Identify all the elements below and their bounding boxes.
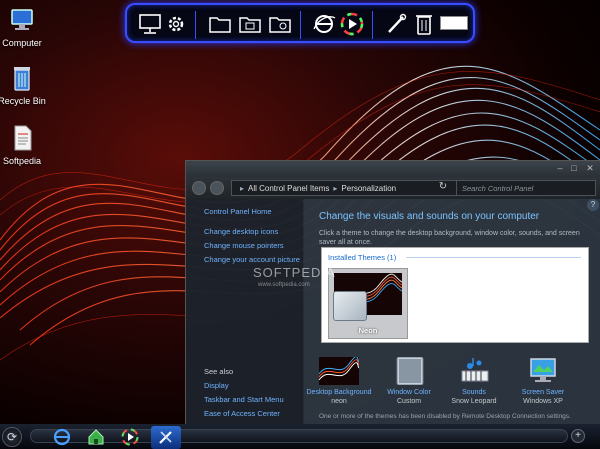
document-icon <box>8 124 36 152</box>
watermark: SOFTPEDIA <box>253 265 336 280</box>
media-player-icon[interactable] <box>339 11 365 37</box>
sounds-icon <box>454 357 494 385</box>
home-icon[interactable] <box>86 427 106 447</box>
theme-tile-neon[interactable]: Neon <box>328 268 408 339</box>
remote-desktop-notice: One or more of the themes has been disab… <box>319 413 571 420</box>
change-mouse-pointers-link[interactable]: Change mouse pointers <box>204 241 284 250</box>
help-icon[interactable]: ? <box>587 199 599 211</box>
desktop-background-value: neon <box>331 398 347 405</box>
internet-explorer-icon[interactable] <box>52 427 72 447</box>
folder-image-icon[interactable] <box>267 11 293 37</box>
divider <box>406 257 581 258</box>
address-bar: ▸ All Control Panel Items ▸ Personalization… <box>186 177 600 199</box>
tools-icon[interactable] <box>383 11 409 37</box>
monitor-icon[interactable] <box>137 11 163 37</box>
desktop-icon-recycle-bin[interactable]: Recycle Bin <box>0 64 50 106</box>
back-button[interactable] <box>192 181 206 195</box>
display-link[interactable]: Display <box>204 381 229 390</box>
screen-saver-icon <box>523 357 563 385</box>
minimize-icon[interactable]: – <box>554 163 566 173</box>
folder-grid-icon[interactable] <box>237 11 263 37</box>
change-desktop-icons-link[interactable]: Change desktop icons <box>204 227 278 236</box>
top-dock <box>125 3 475 43</box>
computer-icon <box>8 6 36 34</box>
title-bar: – □ ✕ <box>186 161 600 177</box>
internet-explorer-icon[interactable] <box>311 11 337 37</box>
media-player-icon[interactable] <box>120 427 140 447</box>
themes-panel: Installed Themes (1) Neon <box>321 247 589 343</box>
add-icon[interactable]: + <box>571 429 585 443</box>
screen-saver-label: Screen Saver <box>521 389 565 396</box>
change-account-picture-link[interactable]: Change your account picture <box>204 255 300 264</box>
power-icon: ⟳ <box>6 430 18 444</box>
desktop-icon-softpedia[interactable]: Softpedia <box>0 124 50 166</box>
dock-blank-tile[interactable] <box>440 16 468 30</box>
screen-saver-value: Windows XP <box>523 398 563 405</box>
tools-icon[interactable] <box>156 427 176 447</box>
desktop-background-item[interactable]: Desktop Background neon <box>304 356 374 405</box>
screen-saver-item[interactable]: Screen Saver Windows XP <box>508 357 578 405</box>
desktop-icon-label: Softpedia <box>2 156 42 166</box>
installed-themes-heading: Installed Themes (1) <box>328 253 397 262</box>
taskbar-dock-track <box>30 429 568 443</box>
control-panel-window: – □ ✕ ▸ All Control Panel Items ▸ Personali… <box>185 160 600 431</box>
theme-settings-row: Desktop Background neon Window Color Cus… <box>304 351 600 411</box>
desktop-icon-label: Computer <box>2 38 42 48</box>
close-icon[interactable]: ✕ <box>584 163 596 173</box>
window-color-item[interactable]: Window Color Custom <box>374 356 444 405</box>
window-color-value: Custom <box>396 398 422 405</box>
dock-separator <box>300 11 301 39</box>
search-input[interactable]: Search Control Panel <box>456 180 596 196</box>
sounds-item[interactable]: Sounds Snow Leopard <box>439 357 509 405</box>
recycle-bin-icon <box>8 64 36 92</box>
page-subtitle: Click a theme to change the desktop back… <box>319 230 580 246</box>
maximize-icon[interactable]: □ <box>568 163 580 173</box>
chevron-right-icon: ▸ <box>333 184 338 193</box>
dock-separator <box>372 11 373 39</box>
control-panel-home-link[interactable]: Control Panel Home <box>204 207 272 216</box>
breadcrumb[interactable]: ▸ All Control Panel Items ▸ Personalization <box>231 180 461 196</box>
left-pane: Control Panel Home Change desktop icons … <box>186 199 303 431</box>
sounds-value: Snow Leopard <box>451 398 497 405</box>
chevron-right-icon: ▸ <box>240 184 245 193</box>
folder-icon[interactable] <box>207 11 233 37</box>
theme-name: Neon <box>358 326 378 335</box>
gear-settings-icon[interactable] <box>163 11 189 37</box>
refresh-icon[interactable]: ↻ <box>436 181 450 195</box>
window-color-label: Window Color <box>387 389 431 396</box>
window-color-icon <box>389 356 429 386</box>
page-title: Change the visuals and sounds on your co… <box>319 211 540 222</box>
breadcrumb-item[interactable]: Personalization <box>341 184 396 193</box>
forward-button[interactable] <box>210 181 224 195</box>
desktop-icon-label: Recycle Bin <box>0 96 46 106</box>
desktop-background-label: Desktop Background <box>306 389 372 396</box>
taskbar-start-menu-link[interactable]: Taskbar and Start Menu <box>204 395 284 404</box>
desktop-icon-computer[interactable]: Computer <box>0 6 50 48</box>
see-also-heading: See also <box>204 367 234 376</box>
breadcrumb-item[interactable]: All Control Panel Items <box>248 184 329 193</box>
window-color-swatch <box>333 291 367 321</box>
sounds-label: Sounds <box>462 389 486 396</box>
dock-separator <box>195 11 196 39</box>
ease-of-access-link[interactable]: Ease of Access Center <box>204 409 280 418</box>
wallpaper-thumbnail-icon <box>318 356 360 385</box>
start-button[interactable]: ⟳ <box>2 427 22 447</box>
watermark-url: www.softpedia.com <box>258 282 310 288</box>
trash-icon[interactable] <box>411 11 437 37</box>
